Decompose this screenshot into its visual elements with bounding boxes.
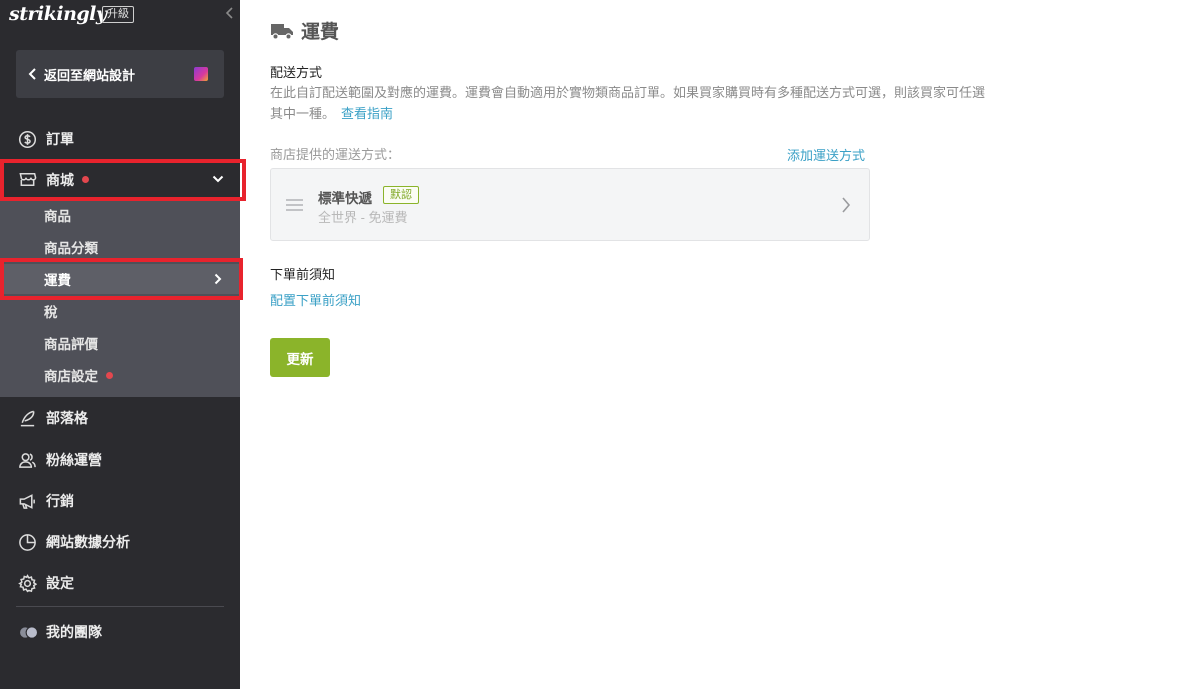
sidebar-item-blog[interactable]: 部落格 [0, 402, 240, 434]
sidebar-item-label: 訂單 [46, 131, 74, 147]
sidebar-item-label: 粉絲運營 [46, 452, 102, 468]
sidebar-item-settings[interactable]: 設定 [0, 567, 240, 599]
delivery-description: 在此自訂配送範圍及對應的運費。運費會自動適用於實物類商品訂單。如果買家購買時有多… [270, 82, 990, 124]
sidebar-item-label: 設定 [46, 575, 74, 591]
submenu-item-label: 商品 [44, 209, 71, 224]
site-thumbnail-icon [194, 67, 208, 81]
methods-label: 商店提供的運送方式： [270, 147, 401, 162]
sidebar-item-marketing[interactable]: 行銷 [0, 485, 240, 517]
sidebar-item-label: 部落格 [46, 410, 88, 426]
notification-dot [106, 371, 113, 379]
people-icon [19, 453, 36, 468]
submenu-item-store-settings[interactable]: 商店設定 [0, 360, 240, 390]
megaphone-icon [19, 494, 35, 509]
team-avatar-icon [18, 626, 39, 639]
pie-chart-icon [19, 534, 36, 551]
page-title: 運費 [301, 22, 340, 43]
section-title-order-notes: 下單前須知 [270, 267, 336, 282]
shipping-method-card[interactable]: 標準快遞 默認 全世界 - 免運費 [270, 168, 870, 241]
upgrade-button[interactable]: 升級 [102, 6, 134, 23]
sidebar-item-team[interactable]: 我的團隊 [0, 616, 240, 648]
view-guide-link[interactable]: 查看指南 [341, 106, 393, 121]
quill-icon [20, 410, 35, 427]
sidebar-item-orders[interactable]: 訂單 [0, 123, 240, 155]
section-title-delivery: 配送方式 [270, 65, 323, 80]
sidebar-item-label: 網站數據分析 [46, 534, 130, 550]
chevron-left-icon [28, 68, 36, 80]
drag-handle-icon[interactable] [286, 198, 303, 212]
update-button[interactable]: 更新 [270, 338, 330, 377]
default-badge: 默認 [383, 186, 419, 204]
back-to-site-design-button[interactable]: 返回至網站設計 [16, 50, 224, 98]
sidebar-item-fans[interactable]: 粉絲運營 [0, 444, 240, 476]
submenu-item-reviews[interactable]: 商品評價 [0, 328, 240, 358]
sidebar-item-label: 行銷 [46, 493, 74, 509]
submenu-item-tax[interactable]: 稅 [0, 296, 240, 326]
submenu-item-label: 稅 [44, 305, 58, 320]
main-content: 運費 配送方式 在此自訂配送範圍及對應的運費。運費會自動適用於實物類商品訂單。如… [240, 0, 1198, 689]
submenu-item-label: 商店設定 [44, 369, 98, 384]
submenu-item-label: 商品評價 [44, 337, 98, 352]
highlight-box-shipping [0, 258, 243, 300]
method-detail: 全世界 - 免運費 [318, 210, 408, 225]
highlight-box-store [0, 159, 246, 201]
chevron-right-icon [842, 197, 851, 213]
sidebar-item-analytics[interactable]: 網站數據分析 [0, 526, 240, 558]
back-button-label: 返回至網站設計 [44, 67, 136, 83]
collapse-sidebar-icon[interactable] [224, 5, 236, 21]
page-header: 運費 [270, 17, 339, 44]
submenu-item-products[interactable]: 商品 [0, 200, 240, 230]
gear-icon [18, 574, 37, 593]
sidebar: strikingly 升級 返回至網站設計 訂單 商城 商品 商品分類 運費 稅… [0, 0, 246, 689]
dollar-circle-icon [18, 130, 37, 149]
strikingly-logo[interactable]: strikingly [9, 3, 107, 25]
truck-icon [271, 23, 293, 40]
method-name: 標準快遞 [318, 191, 372, 206]
submenu-item-label: 商品分類 [44, 241, 98, 256]
configure-order-notes-link[interactable]: 配置下單前須知 [270, 290, 361, 309]
add-shipping-method-link[interactable]: 添加運送方式 [787, 145, 865, 164]
sidebar-item-label: 我的團隊 [46, 624, 102, 640]
sidebar-divider [16, 606, 224, 607]
